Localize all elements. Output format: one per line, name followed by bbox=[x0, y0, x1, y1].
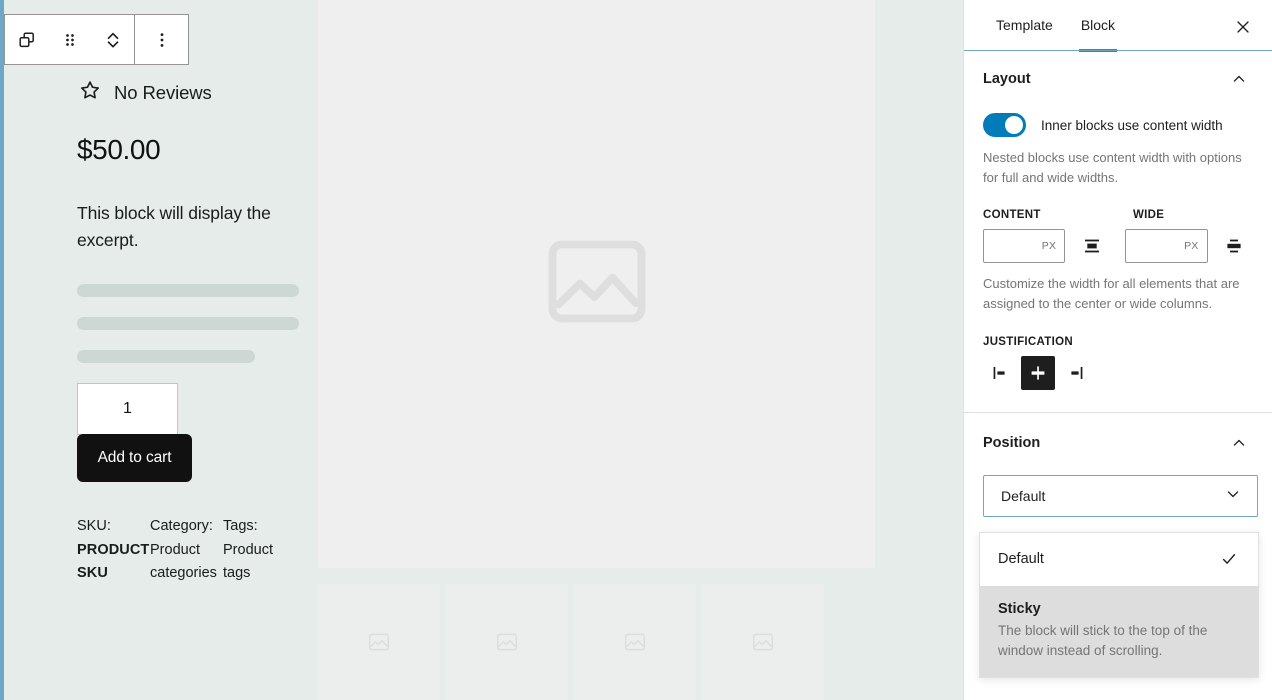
settings-sidebar: Template Block Layout Inner blocks use c… bbox=[963, 0, 1272, 700]
option-description: The block will stick to the top of the w… bbox=[998, 623, 1208, 658]
placeholder-bar bbox=[77, 284, 299, 297]
product-excerpt: This block will display the excerpt. bbox=[77, 203, 271, 250]
align-wide-width-icon[interactable] bbox=[1219, 229, 1250, 263]
inner-blocks-content-width-toggle[interactable] bbox=[983, 113, 1026, 137]
align-content-width-icon[interactable] bbox=[1076, 229, 1107, 263]
chevron-up-icon[interactable] bbox=[1228, 68, 1250, 90]
drag-handle-icon[interactable] bbox=[48, 15, 91, 64]
chevron-up-icon[interactable] bbox=[1228, 432, 1250, 454]
justify-center-icon[interactable] bbox=[1021, 356, 1055, 390]
chevron-down-icon bbox=[1223, 484, 1243, 509]
quantity-value: 1 bbox=[123, 400, 132, 417]
tabs-underline bbox=[964, 50, 1272, 51]
position-option-default[interactable]: Default bbox=[980, 533, 1258, 586]
meta-label: SKU: bbox=[77, 518, 111, 534]
product-price: $50.00 bbox=[77, 134, 161, 165]
position-selected-value: Default bbox=[1001, 488, 1046, 504]
group-blocks-icon[interactable] bbox=[5, 15, 48, 64]
product-rating: No Reviews bbox=[77, 78, 296, 108]
unit-suffix: PX bbox=[1184, 240, 1199, 252]
meta-value: PRODUCT SKU bbox=[77, 542, 150, 581]
meta-value: Product categories bbox=[150, 542, 217, 581]
inner-blocks-help-text: Nested blocks use content width with opt… bbox=[983, 150, 1242, 185]
product-image-stage[interactable] bbox=[318, 0, 875, 568]
layout-panel-header[interactable]: Layout bbox=[983, 68, 1250, 92]
product-meta-tags: Tags: Product tags bbox=[223, 515, 296, 585]
toggle-knob bbox=[1005, 116, 1023, 134]
block-toolbar-options-group bbox=[135, 15, 188, 64]
add-to-cart-button[interactable]: Add to cart bbox=[77, 434, 192, 482]
more-options-icon[interactable] bbox=[135, 15, 188, 64]
meta-value: Product tags bbox=[223, 542, 273, 581]
position-panel-title: Position bbox=[983, 435, 1041, 451]
product-thumbnail[interactable] bbox=[318, 584, 440, 700]
justification-controls bbox=[983, 356, 1250, 390]
toggle-label: Inner blocks use content width bbox=[1041, 117, 1223, 133]
content-width-label: CONTENT bbox=[983, 209, 1041, 221]
layout-panel: Layout Inner blocks use content width Ne… bbox=[964, 51, 1272, 413]
product-details-column: No Reviews $50.00 This block will displa… bbox=[0, 0, 318, 700]
justification-label: JUSTIFICATION bbox=[983, 336, 1073, 348]
placeholder-bar bbox=[77, 317, 299, 330]
position-panel-header[interactable]: Position bbox=[983, 432, 1250, 456]
placeholder-bar bbox=[77, 350, 255, 363]
reviews-label: No Reviews bbox=[114, 82, 212, 103]
wide-width-label: WIDE bbox=[1133, 209, 1165, 221]
unit-suffix: PX bbox=[1041, 240, 1057, 252]
product-meta-sku: SKU: PRODUCT SKU bbox=[77, 515, 150, 585]
product-meta: SKU: PRODUCT SKU Category: Product categ… bbox=[77, 515, 296, 585]
editor-canvas: No Reviews $50.00 This block will displa… bbox=[0, 0, 963, 700]
tab-block[interactable]: Block bbox=[1067, 0, 1129, 52]
block-editor-root: No Reviews $50.00 This block will displa… bbox=[0, 0, 1272, 700]
position-option-sticky[interactable]: Sticky The block will stick to the top o… bbox=[980, 586, 1258, 677]
justify-left-icon[interactable] bbox=[983, 356, 1017, 390]
position-panel: Position Default bbox=[964, 413, 1272, 517]
option-label: Sticky bbox=[998, 601, 1041, 617]
product-thumbnail[interactable] bbox=[446, 584, 568, 700]
option-row: Default bbox=[998, 548, 1240, 570]
wide-width-input[interactable]: PX bbox=[1125, 229, 1208, 263]
tab-template[interactable]: Template bbox=[982, 0, 1067, 51]
position-dropdown-menu: Default Sticky The block will stick to t… bbox=[979, 532, 1259, 678]
product-thumbnail-strip bbox=[318, 584, 875, 700]
star-outline-icon bbox=[77, 78, 103, 109]
product-meta-category: Category: Product categories bbox=[150, 515, 223, 585]
block-toolbar-main-group bbox=[5, 15, 134, 64]
product-thumbnail[interactable] bbox=[574, 584, 696, 700]
meta-label: Tags: bbox=[223, 518, 258, 534]
checkmark-icon bbox=[1218, 548, 1240, 570]
product-thumbnail[interactable] bbox=[702, 584, 824, 700]
position-select[interactable]: Default bbox=[983, 475, 1258, 517]
layout-panel-title: Layout bbox=[983, 71, 1031, 87]
width-help-text: Customize the width for all elements tha… bbox=[983, 276, 1240, 311]
width-field-labels: CONTENT WIDE bbox=[983, 209, 1250, 221]
move-up-down-icon[interactable] bbox=[91, 15, 134, 64]
image-placeholder-icon bbox=[537, 222, 657, 347]
quantity-input[interactable]: 1 bbox=[77, 383, 178, 435]
option-row: Sticky bbox=[998, 601, 1240, 617]
justify-right-icon[interactable] bbox=[1059, 356, 1093, 390]
content-placeholder-bars bbox=[77, 284, 299, 363]
option-label: Default bbox=[998, 551, 1044, 567]
close-icon[interactable] bbox=[1228, 12, 1258, 42]
width-fields-row: PX PX bbox=[983, 229, 1250, 263]
sidebar-tabs: Template Block bbox=[964, 0, 1272, 52]
block-toolbar bbox=[4, 14, 189, 65]
meta-label: Category: bbox=[150, 518, 213, 534]
content-width-input[interactable]: PX bbox=[983, 229, 1066, 263]
inner-blocks-toggle-row: Inner blocks use content width bbox=[983, 113, 1250, 137]
